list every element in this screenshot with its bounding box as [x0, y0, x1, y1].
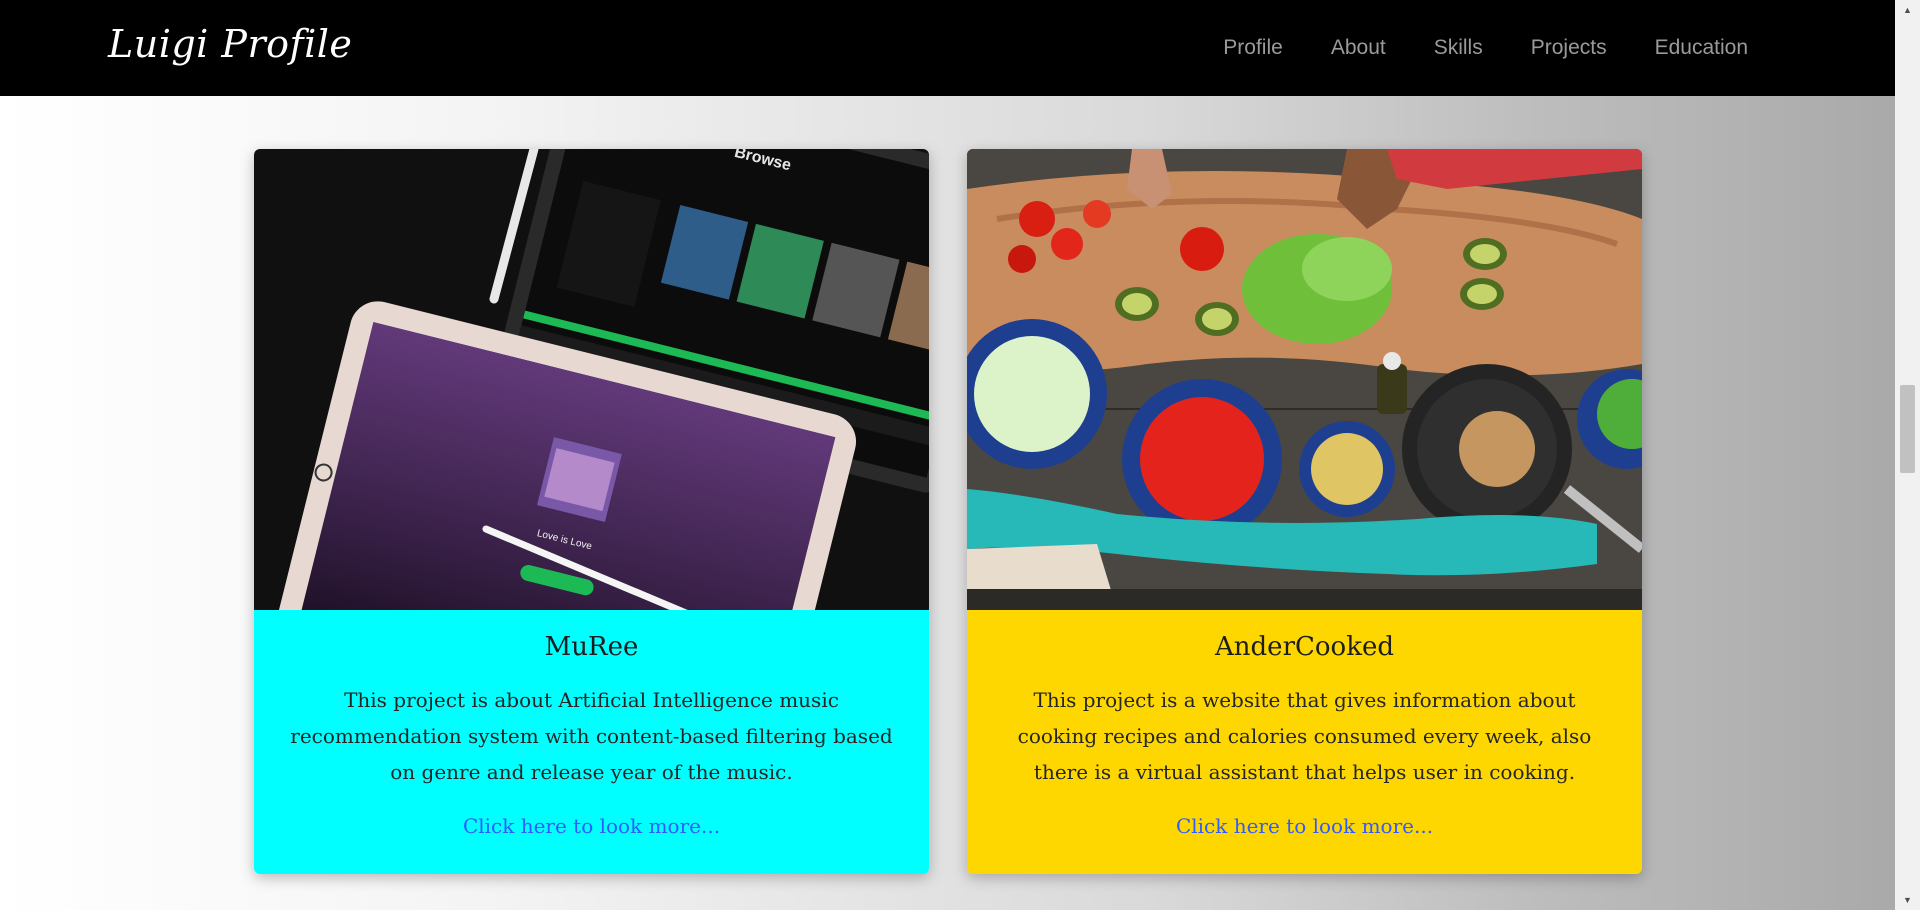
scrollbar-thumb[interactable]	[1900, 385, 1915, 473]
nav-link-skills[interactable]: Skills	[1434, 36, 1483, 60]
project-card-body: AnderCooked This project is a website th…	[967, 610, 1642, 874]
project-title: MuRee	[544, 632, 639, 662]
project-card-andercooked: AnderCooked This project is a website th…	[967, 149, 1642, 874]
project-card-body: MuRee This project is about Artificial I…	[254, 610, 929, 874]
project-link[interactable]: Click here to look more...	[463, 814, 720, 838]
nav-link-education[interactable]: Education	[1655, 36, 1748, 60]
project-image-cooking	[967, 149, 1642, 610]
project-description: This project is about Artificial Intelli…	[290, 688, 893, 784]
nav-links: Profile About Skills Projects Education	[1223, 0, 1748, 96]
brand-logo[interactable]: Luigi Profile	[108, 22, 352, 66]
scroll-down-arrow-icon[interactable]: ▼	[1895, 890, 1920, 910]
scroll-up-arrow-icon[interactable]: ▲	[1895, 0, 1920, 20]
project-title: AnderCooked	[1215, 632, 1394, 662]
navbar: Luigi Profile Profile About Skills Proje…	[0, 0, 1895, 96]
project-link[interactable]: Click here to look more...	[1176, 814, 1433, 838]
nav-link-about[interactable]: About	[1331, 36, 1386, 60]
project-image-tablets: Browse Love is Love	[254, 149, 929, 610]
nav-link-projects[interactable]: Projects	[1531, 36, 1607, 60]
nav-link-profile[interactable]: Profile	[1223, 36, 1283, 60]
project-description: This project is a website that gives inf…	[1017, 688, 1592, 784]
page-scrollbar[interactable]: ▲ ▼	[1895, 0, 1920, 910]
project-card-muree: Browse Love is Love MuRee This project i…	[254, 149, 929, 874]
